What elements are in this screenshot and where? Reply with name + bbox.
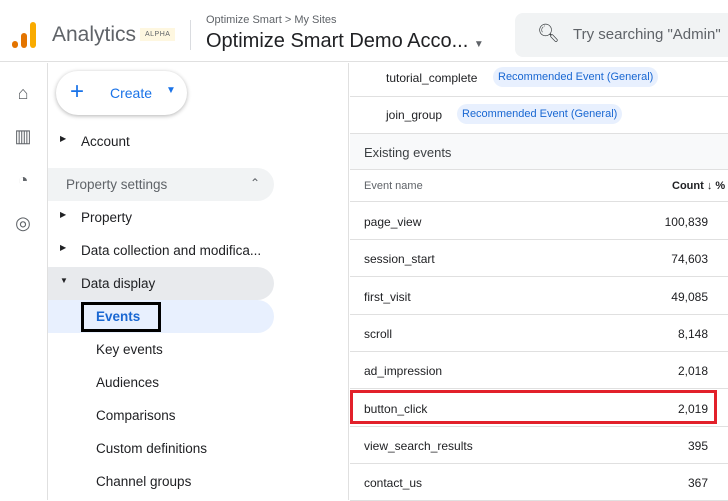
nav-audiences[interactable]: Audiences: [48, 366, 274, 399]
breadcrumb[interactable]: Optimize Smart > My Sites: [206, 14, 337, 26]
highlight-box: [81, 302, 161, 332]
col-event-name[interactable]: Event name: [364, 180, 423, 192]
table-row[interactable]: button_click 2,019: [350, 389, 728, 427]
search-input[interactable]: 🔍︎ Try searching "Admin": [515, 13, 728, 57]
table-row[interactable]: scroll 8,148: [350, 315, 728, 352]
recommended-event-row[interactable]: tutorial_complete Recommended Event (Gene…: [350, 60, 728, 97]
nav-label: Property: [81, 210, 133, 225]
table-row[interactable]: ad_impression 2,018: [350, 352, 728, 390]
event-tag: Recommended Event (General): [457, 104, 623, 124]
table-row[interactable]: contact_us 367: [350, 464, 728, 501]
nav-custom-definitions[interactable]: Custom definitions: [48, 432, 274, 465]
event-count: 395: [687, 438, 708, 453]
highlight-box: [350, 389, 717, 424]
caret-right-icon: ▶: [60, 134, 67, 143]
event-name: ad_impression: [364, 364, 443, 379]
nav-channel-groups[interactable]: Channel groups: [48, 465, 274, 498]
event-name: join_group: [386, 108, 443, 122]
nav-key-events[interactable]: Key events: [48, 333, 274, 366]
nav-label: Property settings: [66, 177, 168, 192]
event-name: first_visit: [364, 289, 411, 304]
event-count: 49,085: [671, 289, 708, 304]
table-row[interactable]: page_view 100,839: [350, 203, 728, 240]
nav-property[interactable]: ▶ Property: [48, 201, 274, 234]
advertising-icon[interactable]: ◎: [12, 213, 34, 235]
events-panel: tutorial_complete Recommended Event (Gene…: [350, 60, 728, 501]
caret-right-icon: ▶: [60, 210, 67, 219]
account-selector[interactable]: Optimize Smart Demo Acco... ▼: [206, 30, 484, 53]
nav-data-display[interactable]: ▼ Data display: [48, 267, 274, 300]
plus-icon: +: [70, 78, 85, 105]
nav-events[interactable]: Events: [48, 300, 274, 333]
search-icon: 🔍︎: [537, 23, 560, 43]
event-count: 8,148: [677, 326, 708, 341]
nav-label: Comparisons: [96, 408, 176, 423]
divider: [190, 20, 191, 50]
nav-data-collection[interactable]: ▶ Data collection and modifica...: [48, 234, 274, 267]
caret-down-icon: ▼: [60, 276, 68, 285]
nav-label: Channel groups: [96, 474, 192, 489]
nav-label: Audiences: [96, 375, 160, 390]
nav-account[interactable]: ▶ Account: [48, 125, 274, 158]
event-tag: Recommended Event (General): [493, 67, 659, 87]
explore-icon[interactable]: ◔: [12, 170, 34, 192]
table-row[interactable]: view_search_results 395: [350, 427, 728, 464]
caret-right-icon: ▶: [60, 243, 67, 252]
create-button[interactable]: + Create ▼: [56, 71, 187, 115]
nav-label: Custom definitions: [96, 441, 208, 456]
event-name: session_start: [364, 252, 435, 267]
brand-name: Analytics: [52, 23, 137, 46]
event-name: tutorial_complete: [386, 71, 478, 85]
admin-nav: + Create ▼ ▶ Account Property settings ⌃ ▶ Pr…: [48, 63, 349, 500]
event-count: 367: [687, 476, 708, 491]
recommended-event-row[interactable]: join_group Recommended Event (General): [350, 97, 728, 134]
event-count: 2,018: [677, 364, 708, 379]
nav-property-settings[interactable]: Property settings ⌃: [48, 168, 274, 201]
col-count[interactable]: Count ↓ %: [672, 180, 725, 192]
nav-label: Key events: [96, 342, 163, 357]
nav-label: Data collection and modifica...: [81, 243, 262, 258]
chevron-up-icon: ⌃: [249, 176, 260, 190]
table-header: Event name Count ↓ %: [350, 170, 728, 202]
existing-events-title: Existing events: [350, 134, 728, 170]
analytics-logo-icon: [12, 22, 36, 48]
home-icon[interactable]: ⌂: [12, 83, 34, 105]
reports-icon[interactable]: ▥: [12, 126, 34, 148]
top-bar: Analytics ALPHA Optimize Smart > My Site…: [0, 0, 728, 62]
event-count: 100,839: [664, 215, 708, 229]
nav-label: Account: [81, 134, 130, 149]
create-label: Create: [110, 85, 153, 101]
chevron-down-icon: ▼: [473, 39, 484, 50]
event-name: contact_us: [364, 476, 423, 491]
alpha-badge: ALPHA: [140, 28, 176, 41]
event-name: view_search_results: [364, 438, 473, 453]
table-row[interactable]: session_start 74,603: [350, 240, 728, 278]
table-row[interactable]: first_visit 49,085: [350, 278, 728, 315]
account-name: Optimize Smart Demo Acco...: [206, 30, 469, 52]
nav-comparisons[interactable]: Comparisons: [48, 399, 274, 432]
event-name: scroll: [364, 326, 393, 341]
caret-down-icon: ▼: [166, 85, 176, 96]
nav-label: Data display: [81, 276, 156, 291]
event-name: page_view: [364, 215, 422, 229]
event-count: 74,603: [671, 252, 708, 267]
left-rail: ⌂ ▥ ◔ ◎: [0, 63, 48, 500]
search-placeholder: Try searching "Admin": [573, 26, 721, 43]
